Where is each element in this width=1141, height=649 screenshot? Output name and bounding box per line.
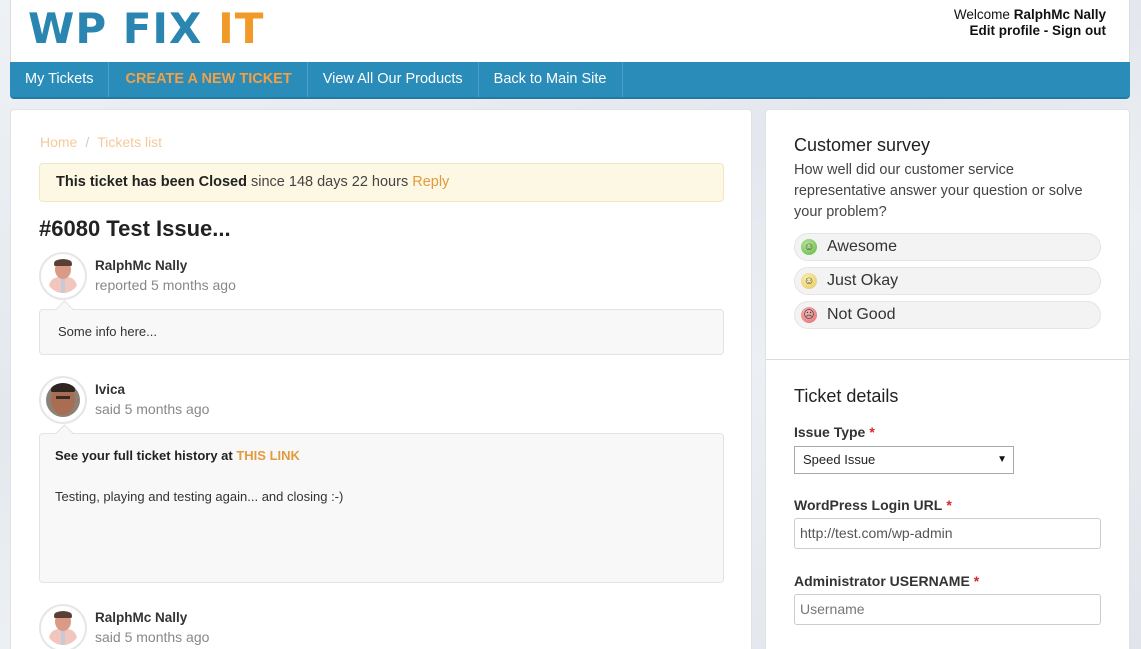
breadcrumb-tickets-list[interactable]: Tickets list bbox=[97, 134, 162, 150]
admin-username-field[interactable]: Username bbox=[794, 594, 1101, 625]
nav-back-to-main-site[interactable]: Back to Main Site bbox=[479, 62, 623, 97]
breadcrumb: Home / Tickets list bbox=[40, 134, 162, 150]
survey-option-awesome[interactable]: ☺ Awesome bbox=[794, 233, 1101, 261]
post-meta: reported 5 months ago bbox=[95, 277, 236, 293]
admin-username-label-text: Administrator USERNAME bbox=[794, 573, 970, 589]
survey-title: Customer survey bbox=[794, 135, 931, 155]
post-body-text: Some info here... bbox=[58, 324, 157, 339]
nav-view-products[interactable]: View All Our Products bbox=[308, 62, 479, 97]
sidebar: Customer survey How well did our custome… bbox=[765, 109, 1130, 649]
nav-create-ticket[interactable]: CREATE A NEW TICKET bbox=[109, 62, 308, 97]
login-url-field[interactable]: http://test.com/wp-admin bbox=[794, 518, 1101, 549]
post-body: See your full ticket history at THIS LIN… bbox=[39, 433, 724, 583]
issue-type-label-text: Issue Type bbox=[794, 424, 866, 440]
edit-profile-link[interactable]: Edit profile bbox=[969, 23, 1040, 38]
survey-option-label: Just Okay bbox=[827, 272, 899, 289]
breadcrumb-separator: / bbox=[85, 134, 90, 150]
post-body: Some info here... bbox=[39, 309, 724, 355]
smiley-neutral-icon: ☺ bbox=[801, 273, 817, 289]
ticket-details-title: Ticket details bbox=[794, 386, 899, 406]
post-meta: said 5 months ago bbox=[95, 629, 210, 645]
site-logo[interactable]: WP FIX IT bbox=[28, 6, 264, 52]
user-links-separator: - bbox=[1043, 23, 1049, 38]
survey-question: How well did our customer service repres… bbox=[794, 162, 1083, 220]
welcome-label: Welcome bbox=[953, 7, 1010, 22]
ticket-panel: Home / Tickets list This ticket has been C… bbox=[10, 109, 752, 649]
breadcrumb-home[interactable]: Home bbox=[40, 134, 77, 150]
ticket-history-text: See your full ticket history at bbox=[55, 448, 233, 463]
sidebar-divider bbox=[766, 359, 1129, 360]
dropdown-caret-icon: ▼ bbox=[997, 454, 1007, 465]
issue-type-label: Issue Type * bbox=[794, 424, 875, 440]
required-mark: * bbox=[869, 424, 875, 440]
logo-accent-text: IT bbox=[218, 4, 265, 53]
ticket-status-text: This ticket has been Closed bbox=[56, 174, 247, 190]
ticket-title: #6080 Test Issue... bbox=[39, 216, 231, 241]
smiley-happy-icon: ☺ bbox=[801, 239, 817, 255]
ticket-closed-since: since 148 days 22 hours bbox=[251, 174, 409, 190]
survey-option-label: Not Good bbox=[827, 306, 896, 323]
reply-link[interactable]: Reply bbox=[412, 174, 449, 190]
avatar bbox=[39, 604, 87, 649]
site-header: WP FIX IT Welcome RalphMc Nally Edit pro… bbox=[10, 0, 1130, 62]
survey-option-label: Awesome bbox=[827, 238, 897, 255]
ticket-history-line: See your full ticket history at THIS LIN… bbox=[55, 448, 708, 463]
main-nav: My Tickets CREATE A NEW TICKET View All … bbox=[10, 62, 1130, 99]
issue-type-select[interactable]: Speed Issue ▼ bbox=[794, 446, 1014, 474]
required-mark: * bbox=[973, 573, 980, 589]
username: RalphMc Nally bbox=[1013, 7, 1106, 22]
required-mark: * bbox=[946, 497, 952, 513]
user-box: Welcome RalphMc Nally Edit profile - Sig… bbox=[954, 7, 1106, 39]
smiley-sad-icon: ☹ bbox=[801, 307, 817, 323]
post-body-text: Testing, playing and testing again... an… bbox=[55, 489, 344, 504]
ticket-status-alert: This ticket has been Closed since 148 da… bbox=[39, 163, 724, 202]
post-meta: said 5 months ago bbox=[95, 401, 210, 417]
logo-main-text: WP FIX bbox=[28, 4, 203, 53]
avatar bbox=[39, 376, 87, 424]
sign-out-link[interactable]: Sign out bbox=[1052, 23, 1106, 38]
issue-type-value: Speed Issue bbox=[803, 452, 876, 467]
login-url-label: WordPress Login URL * bbox=[794, 497, 952, 513]
admin-username-label: Administrator USERNAME * bbox=[794, 573, 979, 589]
avatar bbox=[39, 252, 87, 300]
survey-option-just-okay[interactable]: ☺ Just Okay bbox=[794, 267, 1101, 295]
post-author: RalphMc Nally bbox=[95, 610, 188, 625]
post-author: Ivica bbox=[95, 382, 126, 397]
ticket-history-link[interactable]: THIS LINK bbox=[236, 448, 300, 463]
nav-my-tickets[interactable]: My Tickets bbox=[10, 62, 110, 97]
survey-option-not-good[interactable]: ☹ Not Good bbox=[794, 301, 1101, 329]
logo-text: WP FIX IT bbox=[28, 6, 264, 52]
login-url-label-text: WordPress Login URL bbox=[794, 497, 943, 513]
post-author: RalphMc Nally bbox=[95, 258, 188, 273]
